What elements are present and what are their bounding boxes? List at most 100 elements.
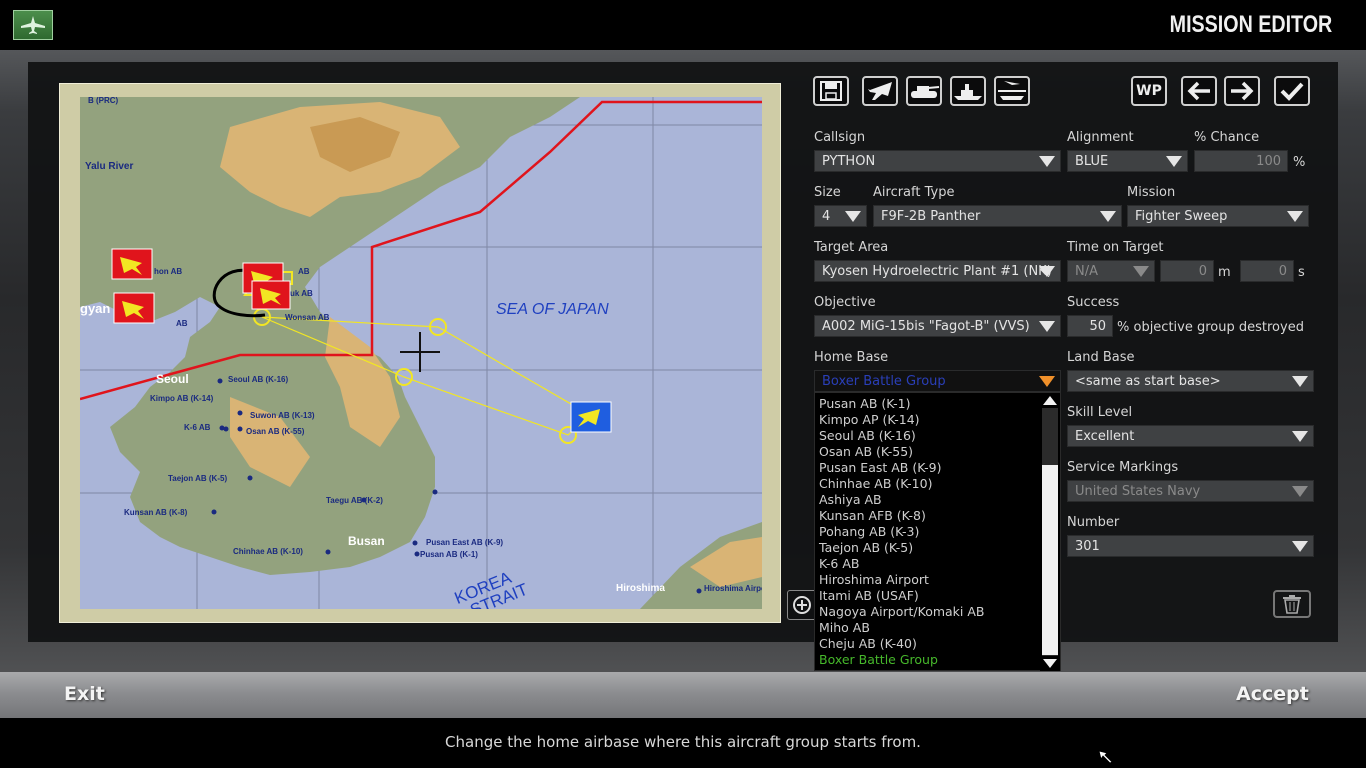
add-vehicle-button[interactable] [906,76,942,106]
map-label-pusan: Pusan AB (K-1) [420,550,478,559]
aircraft-type-select[interactable]: F9F-2B Panther [873,205,1122,227]
number-select[interactable]: 301 [1067,535,1314,557]
chance-unit: % [1293,155,1306,170]
enemy-group-marker[interactable] [111,248,153,280]
mission-select[interactable]: Fighter Sweep [1127,205,1309,227]
chevron-down-icon [1133,266,1149,277]
status-text: Change the home airbase where this aircr… [445,733,921,751]
chevron-down-icon [1100,211,1116,222]
carrier-icon [998,81,1026,100]
home-base-option[interactable]: Taejon AB (K-5) [815,540,1039,556]
home-base-option[interactable]: Hiroshima Airport [815,572,1039,588]
tank-icon [911,86,940,98]
enemy-group-marker[interactable] [113,292,155,324]
confirm-button[interactable] [1274,76,1310,106]
zoom-in-button[interactable] [787,590,817,620]
success-label: Success [1067,295,1120,310]
home-base-option[interactable]: Seoul AB (K-16) [815,428,1039,444]
map-label-hiroshima-ap: Hiroshima Airport [704,584,762,593]
home-base-dropdown[interactable]: Pusan AB (K-1) Kimpo AP (K-14) Seoul AB (K… [814,392,1061,671]
land-base-value: <same as start base> [1075,374,1221,389]
add-aircraft-button[interactable] [862,76,898,106]
add-waypoint-button[interactable]: WP [1131,76,1167,106]
map-label-k6: K-6 AB [184,423,211,432]
map-label-taegu: Taegu AB (K-2) [326,496,383,505]
page-title: MISSION EDITOR [1169,11,1332,38]
mission-label: Mission [1127,185,1176,200]
add-ship-button[interactable] [950,76,986,106]
chevron-down-icon [1039,376,1055,387]
home-base-option[interactable]: Pohang AB (K-3) [815,524,1039,540]
size-select[interactable]: 4 [814,205,867,227]
next-button[interactable] [1224,76,1260,106]
enemy-group-marker[interactable] [251,280,291,310]
aircraft-type-value: F9F-2B Panther [881,209,981,224]
home-base-option[interactable]: Pusan East AB (K-9) [815,460,1039,476]
add-carrier-group-button[interactable] [994,76,1030,106]
callsign-select[interactable]: PYTHON [814,150,1061,172]
home-base-option[interactable]: K-6 AB [815,556,1039,572]
save-icon [820,81,842,101]
save-button[interactable] [813,76,849,106]
accept-button[interactable]: Accept [1236,683,1309,705]
friendly-group-marker[interactable] [570,401,612,433]
map-label-seoul-ab: Seoul AB (K-16) [228,375,288,384]
zoom-in-icon [793,596,811,614]
objective-select[interactable]: A002 MiG-15bis "Fagot-B" (VVS) [814,315,1061,337]
alignment-select[interactable]: BLUE [1067,150,1188,172]
home-base-option[interactable]: Nagoya Airport/Komaki AB [815,604,1039,620]
skill-level-select[interactable]: Excellent [1067,425,1314,447]
mission-map[interactable]: Yalu River B (PRC) hon AB AB uk AB AB Wo… [80,97,762,609]
home-base-option[interactable]: Ashiya AB [815,492,1039,508]
chance-input[interactable]: 100 [1194,150,1288,172]
success-suffix: % objective group destroyed [1117,320,1304,335]
skill-level-value: Excellent [1075,429,1135,444]
chevron-down-icon [1292,376,1308,387]
map-label-ab-frag: AB [298,267,310,276]
sea-label: SEA OF JAPAN [496,301,609,318]
arrow-left-icon [1187,81,1210,101]
home-base-option[interactable]: Boxer Battle Group [815,652,1039,668]
service-markings-select[interactable]: United States Navy [1067,480,1314,502]
success-input[interactable]: 50 [1067,315,1113,337]
previous-button[interactable] [1181,76,1217,106]
skill-level-label: Skill Level [1067,405,1133,420]
service-markings-label: Service Markings [1067,460,1179,475]
bottom-bar [0,672,1366,718]
home-base-select[interactable]: Boxer Battle Group [814,370,1061,392]
home-base-option[interactable]: Miho AB [815,620,1039,636]
chevron-down-icon [1292,541,1308,552]
size-value: 4 [822,209,831,224]
number-label: Number [1067,515,1120,530]
alignment-label: Alignment [1067,130,1134,145]
map-label-hiroshima: Hiroshima [616,583,665,594]
home-base-option[interactable]: Itami AB (USAF) [815,588,1039,604]
home-base-option[interactable]: Pusan AB (K-1) [815,396,1039,412]
scroll-down-icon[interactable] [1042,658,1058,670]
chevron-down-icon [1039,321,1055,332]
tot-seconds-unit: s [1298,265,1305,280]
time-on-target-label: Time on Target [1067,240,1164,255]
chance-label: % Chance [1194,130,1260,145]
time-on-target-select[interactable]: N/A [1067,260,1155,282]
home-base-option[interactable]: Kimpo AP (K-14) [815,412,1039,428]
aircraft-icon[interactable] [13,10,53,40]
target-area-label: Target Area [814,240,889,255]
home-base-option[interactable]: Cheju AB (K-40) [815,636,1039,652]
map-label-chinhae: Chinhae AB (K-10) [233,547,303,556]
map-label-pyongyang: gyan [80,301,110,316]
scroll-thumb[interactable] [1042,465,1058,655]
home-base-option[interactable]: Osan AB (K-55) [815,444,1039,460]
scroll-up-icon[interactable] [1042,394,1058,406]
tot-minutes-input[interactable]: 0 [1160,260,1214,282]
map-label-busan: Busan [348,534,385,548]
exit-button[interactable]: Exit [64,683,105,705]
home-base-option[interactable]: Chinhae AB (K-10) [815,476,1039,492]
delete-group-button[interactable] [1273,590,1311,618]
map-label-suwon: Suwon AB (K-13) [250,411,315,420]
target-area-select[interactable]: Kyosen Hydroelectric Plant #1 (NK) [814,260,1061,282]
land-base-select[interactable]: <same as start base> [1067,370,1314,392]
tot-seconds-input[interactable]: 0 [1240,260,1294,282]
chevron-down-icon [1039,266,1055,277]
home-base-option[interactable]: Kunsan AFB (K-8) [815,508,1039,524]
